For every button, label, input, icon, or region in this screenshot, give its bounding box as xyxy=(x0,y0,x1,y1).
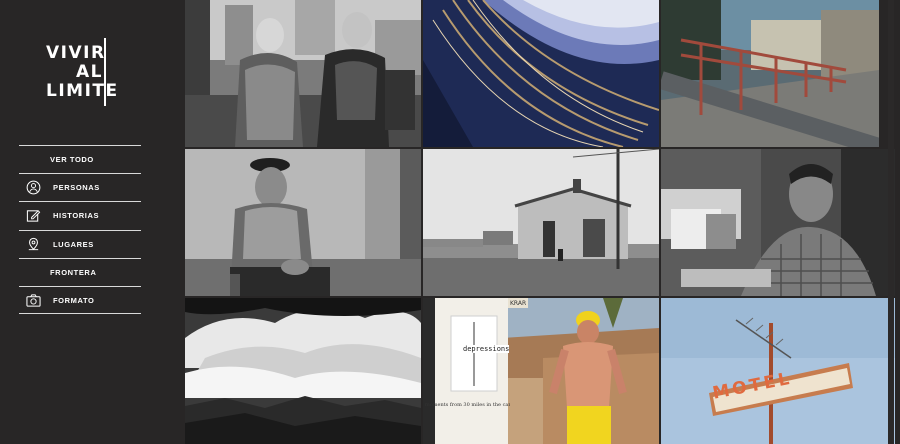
brand-logo[interactable]: VIVIR AL LIMITE xyxy=(46,38,119,106)
collage-sticker: KRAR xyxy=(510,300,527,307)
nav-item-label: LUGARES xyxy=(53,239,94,249)
photo-tile-women-street[interactable] xyxy=(185,0,421,147)
brand-line-1: VIVIR xyxy=(46,43,106,63)
brand-line-2: AL xyxy=(76,62,103,82)
pencil-note-icon xyxy=(25,208,41,224)
nav-item-formato[interactable]: FORMATO xyxy=(19,285,141,315)
map-pin-icon xyxy=(25,236,41,252)
nav-item-personas[interactable]: PERSONAS xyxy=(19,173,141,201)
logo-divider xyxy=(104,38,106,106)
photo-tile-man-beret[interactable] xyxy=(185,149,421,296)
collage-word: depressions xyxy=(463,345,510,353)
nav-item-ver-todo[interactable]: VER TODO xyxy=(19,145,141,173)
photo-tile-farm-building[interactable] xyxy=(423,149,659,296)
scroll-strip xyxy=(888,0,894,444)
camera-icon xyxy=(25,292,41,308)
nav-item-frontera[interactable]: FRONTERA xyxy=(19,257,141,286)
nav-item-historias[interactable]: HISTORIAS xyxy=(19,201,141,229)
nav-item-label: VER TODO xyxy=(50,155,94,165)
photo-tile-elderly-man[interactable] xyxy=(661,149,895,296)
nav-item-lugares[interactable]: LUGARES xyxy=(19,229,141,258)
nav-item-label: HISTORIAS xyxy=(53,211,100,221)
photo-tile-clouds-mountains[interactable] xyxy=(185,298,421,444)
person-icon xyxy=(25,180,41,196)
nav-item-label: PERSONAS xyxy=(53,183,100,193)
collage-caption: moments from 30 miles in the canyon xyxy=(425,402,510,408)
photo-tile-hiker-collage[interactable] xyxy=(423,298,659,444)
photo-tile-railing-dusk[interactable] xyxy=(661,0,879,147)
brand-line-3: LIMITE xyxy=(46,81,119,101)
sidebar: VIVIR AL LIMITE VER TODO PERSONAS HISTOR… xyxy=(0,0,185,444)
nav-item-label: FRONTERA xyxy=(50,267,97,277)
main-nav: VER TODO PERSONAS HISTORIAS LUGARES FRON… xyxy=(19,145,141,315)
nav-item-label: FORMATO xyxy=(53,295,95,305)
photo-tile-bookshelf-arch[interactable] xyxy=(423,0,659,147)
